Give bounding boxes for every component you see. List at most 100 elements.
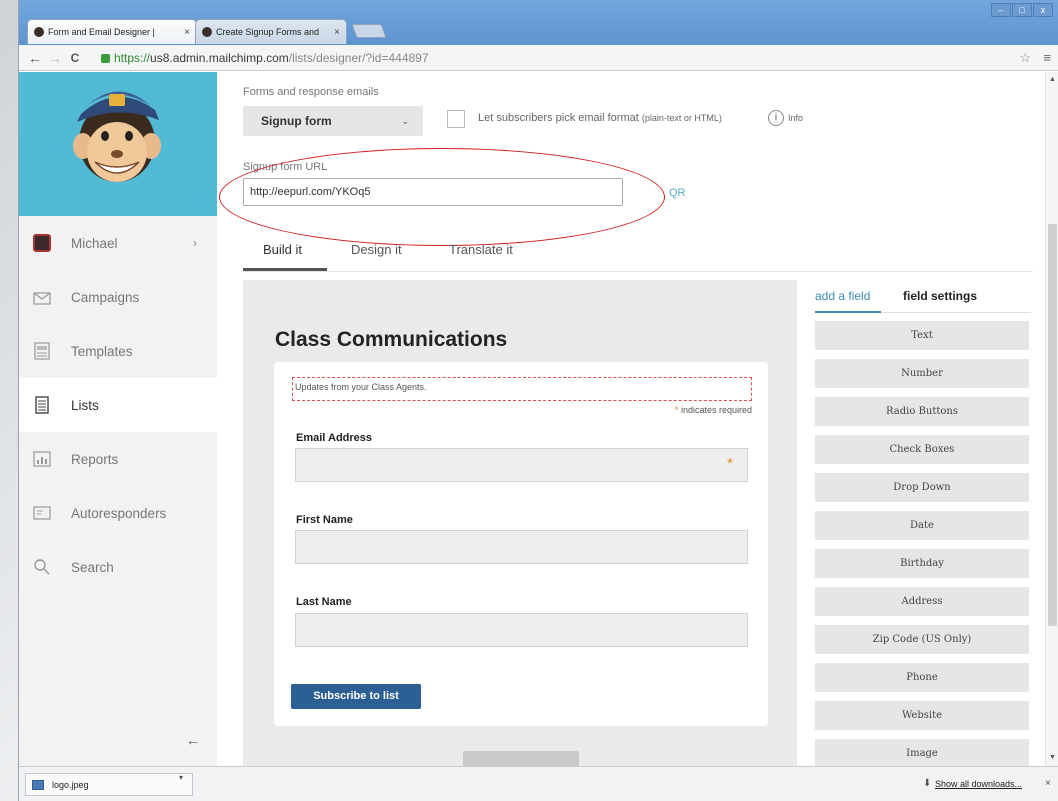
form-type-select[interactable]: Signup form ⌄ — [243, 106, 423, 136]
sidebar-item-lists[interactable]: Lists — [19, 378, 217, 432]
forms-section-label: Forms and response emails — [243, 86, 379, 98]
add-field-zip-code-button[interactable]: Zip Code (US Only) — [815, 625, 1029, 654]
browser-menu-icon[interactable]: ≡ — [1043, 50, 1051, 65]
download-menu-arrow-icon[interactable]: ▾ — [179, 773, 183, 782]
mailchimp-favicon-icon — [202, 27, 212, 37]
email-field[interactable]: * — [295, 448, 748, 482]
tab-title: Form and Email Designer | — [48, 27, 155, 37]
active-tab-indicator — [815, 311, 881, 313]
tab-form-designer[interactable]: Form and Email Designer | × — [27, 19, 197, 44]
required-star-icon: * — [727, 455, 733, 472]
page-scrollbar[interactable]: ▲ ▼ — [1045, 72, 1058, 766]
chevron-down-icon: ⌄ — [401, 116, 409, 126]
bookmark-star-icon[interactable]: ☆ — [1019, 50, 1031, 66]
browser-window: Form and Email Designer | × Create Signu… — [18, 0, 1058, 801]
scroll-up-icon[interactable]: ▲ — [1049, 76, 1056, 83]
email-format-checkbox[interactable] — [447, 110, 465, 128]
sidebar-item-label: Search — [71, 559, 114, 575]
add-field-website-button[interactable]: Website — [815, 701, 1029, 730]
subscribe-button[interactable]: Subscribe to list — [291, 684, 421, 709]
qr-code-link[interactable]: QR — [669, 187, 686, 199]
sidebar-item-label: Reports — [71, 451, 119, 467]
tab-translate-it[interactable]: Translate it — [449, 242, 513, 257]
close-window-button[interactable]: x — [1033, 3, 1053, 17]
window-controls: – □ x — [991, 3, 1053, 17]
sidebar-item-label: Michael — [71, 235, 118, 251]
info-link[interactable]: Info — [788, 113, 803, 123]
forward-icon[interactable]: → — [45, 50, 65, 66]
add-field-check-boxes-button[interactable]: Check Boxes — [815, 435, 1029, 464]
save-button[interactable] — [463, 751, 579, 766]
tab-add-a-field[interactable]: add a field — [815, 289, 870, 303]
chevron-right-icon: › — [193, 236, 197, 250]
sidebar-item-label: Campaigns — [71, 289, 140, 305]
sidebar-item-campaigns[interactable]: Campaigns — [19, 270, 217, 324]
add-field-phone-button[interactable]: Phone — [815, 663, 1029, 692]
last-name-label: Last Name — [296, 596, 352, 608]
email-field-label: Email Address — [296, 432, 373, 444]
sidebar: Michael › Campaigns Templates Lists Repo… — [19, 72, 217, 766]
first-name-field[interactable] — [295, 530, 748, 564]
required-note-text: indicates required — [680, 405, 752, 415]
desktop-background: Form and Email Designer | × Create Signu… — [0, 0, 1058, 801]
download-filename: logo.jpeg — [52, 779, 89, 790]
add-field-text-button[interactable]: Text — [815, 321, 1029, 350]
form-type-value: Signup form — [261, 114, 332, 128]
tab-title: Create Signup Forms and — [216, 27, 320, 37]
tab-close-icon[interactable]: × — [330, 27, 340, 38]
scrollbar-thumb[interactable] — [1048, 224, 1057, 626]
form-preview-canvas: Class Communications Updates from your C… — [243, 280, 797, 766]
reload-icon[interactable]: C — [65, 51, 85, 65]
mailchimp-favicon-icon — [34, 27, 44, 37]
address-bar[interactable]: https://us8.admin.mailchimp.com/lists/de… — [101, 48, 1001, 68]
title-bar: Form and Email Designer | × Create Signu… — [19, 0, 1058, 45]
back-icon[interactable]: ← — [25, 50, 45, 66]
sidebar-item-templates[interactable]: Templates — [19, 324, 217, 378]
tab-create-signup-forms[interactable]: Create Signup Forms and × — [195, 19, 347, 44]
tab-close-icon[interactable]: × — [180, 27, 190, 38]
tab-design-it[interactable]: Design it — [351, 242, 402, 257]
tab-build-it[interactable]: Build it — [263, 242, 302, 257]
collapse-sidebar-icon[interactable]: ← — [186, 732, 200, 748]
email-format-label: Let subscribers pick email format (plain… — [478, 112, 722, 124]
mailchimp-freddie-logo-icon — [73, 91, 161, 182]
add-field-drop-down-button[interactable]: Drop Down — [815, 473, 1029, 502]
add-field-date-button[interactable]: Date — [815, 511, 1029, 540]
close-downloads-bar-icon[interactable]: × — [1045, 778, 1051, 789]
scroll-down-icon[interactable]: ▼ — [1049, 754, 1056, 761]
email-format-text: Let subscribers pick email format — [478, 112, 639, 124]
add-field-address-button[interactable]: Address — [815, 587, 1029, 616]
add-field-image-button[interactable]: Image — [815, 739, 1029, 766]
info-icon[interactable]: i — [768, 110, 784, 126]
maximize-button[interactable]: □ — [1012, 3, 1032, 17]
field-panel-tabs: add a field field settings — [815, 289, 1031, 313]
url-scheme: https:// — [114, 51, 151, 65]
last-name-field[interactable] — [295, 613, 748, 647]
form-title[interactable]: Class Communications — [275, 328, 507, 352]
sidebar-item-search[interactable]: Search — [19, 540, 217, 594]
sidebar-item-label: Templates — [71, 343, 133, 359]
first-name-label: First Name — [296, 514, 353, 526]
sidebar-item-reports[interactable]: Reports — [19, 432, 217, 486]
show-all-downloads-link[interactable]: Show all downloads... — [935, 779, 1022, 789]
browser-toolbar: ← → C https://us8.admin.mailchimp.com/li… — [19, 45, 1058, 71]
logo-area[interactable] — [19, 72, 217, 216]
image-file-icon — [32, 779, 44, 790]
tab-field-settings[interactable]: field settings — [903, 289, 977, 303]
form-tagline[interactable]: Updates from your Class Agents. — [292, 377, 752, 401]
add-field-birthday-button[interactable]: Birthday — [815, 549, 1029, 578]
add-field-number-button[interactable]: Number — [815, 359, 1029, 388]
download-item[interactable]: logo.jpeg — [25, 773, 193, 796]
url-host: us8.admin.mailchimp.com — [150, 51, 289, 65]
sidebar-item-autoresponders[interactable]: Autoresponders — [19, 486, 217, 540]
url-path: /lists/designer/?id=444897 — [288, 51, 429, 65]
lock-icon — [101, 53, 110, 63]
sidebar-item-label: Lists — [71, 397, 99, 413]
form-card: Updates from your Class Agents. * indica… — [274, 362, 768, 726]
downloads-bar: logo.jpeg ▾ ⬇ Show all downloads... × — [19, 766, 1058, 801]
sidebar-item-account[interactable]: Michael › — [19, 216, 217, 270]
new-tab-button[interactable] — [351, 24, 387, 38]
main-panel: Forms and response emails Signup form ⌄ … — [219, 72, 1058, 766]
minimize-button[interactable]: – — [991, 3, 1011, 17]
add-field-radio-buttons-button[interactable]: Radio Buttons — [815, 397, 1029, 426]
